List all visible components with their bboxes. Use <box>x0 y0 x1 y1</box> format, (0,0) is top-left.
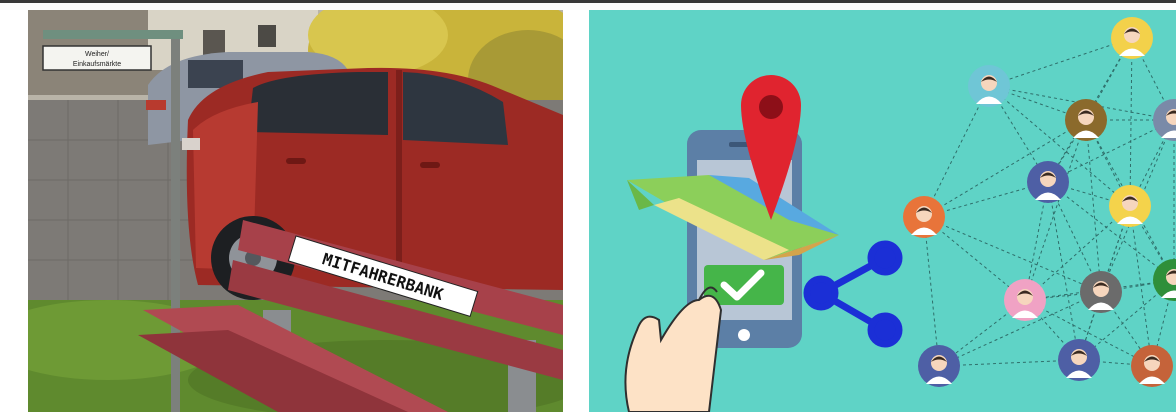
top-divider-line <box>0 0 1176 3</box>
avatar-icon <box>1111 17 1153 59</box>
avatar-icon <box>1065 99 1107 141</box>
avatar-icon <box>1004 279 1046 321</box>
avatar-icon <box>1058 339 1100 381</box>
street-sign-line2: Einkaufsmärkte <box>73 61 121 68</box>
avatar-icon <box>1131 345 1173 387</box>
avatar-icon <box>1109 185 1151 227</box>
street-sign-line1: Weiher/ <box>85 51 109 58</box>
avatar-icon <box>918 345 960 387</box>
avatar-icon <box>968 65 1010 107</box>
avatar-icon <box>903 196 945 238</box>
rideshare-app-illustration <box>589 10 1176 412</box>
avatar-icon <box>1027 161 1069 203</box>
mitfahrerbank-photo: Weiher/ Einkaufsmärkte MITFAHRERBANK <box>28 10 563 412</box>
avatar-icon <box>1080 271 1122 313</box>
